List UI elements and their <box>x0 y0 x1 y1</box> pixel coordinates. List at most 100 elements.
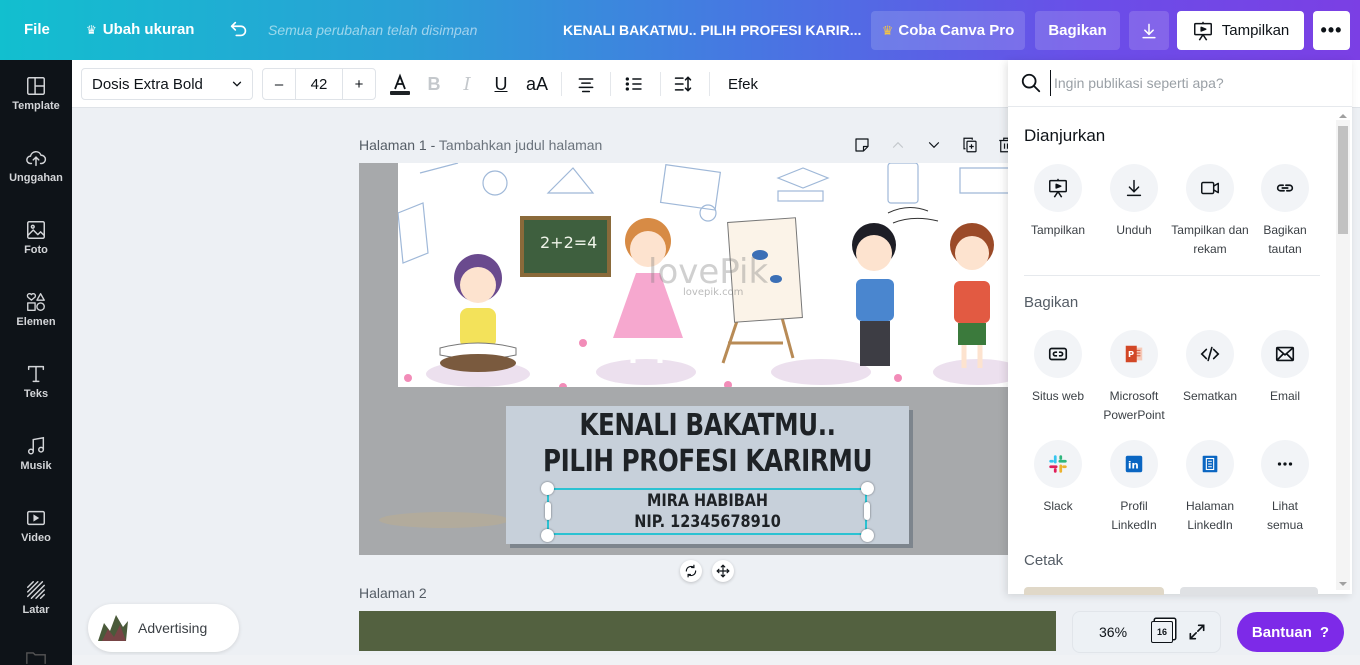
email-icon <box>1275 346 1295 362</box>
share-button[interactable]: Bagikan <box>1035 11 1120 50</box>
text-color-button[interactable] <box>388 72 412 96</box>
option-present-and-record[interactable]: Tampilkan dan rekam <box>1171 164 1249 259</box>
page-grid-button[interactable]: 16 <box>1151 621 1173 643</box>
page-1-label: Halaman 1 - Tambahkan judul halaman <box>359 137 603 153</box>
decrease-font-size-button[interactable]: – <box>263 69 296 99</box>
panel-scrollbar[interactable] <box>1336 114 1350 590</box>
upload-cloud-icon <box>26 150 47 167</box>
option-email[interactable]: Email <box>1247 330 1323 406</box>
resize-handle-right[interactable] <box>864 502 870 520</box>
advertising-thumbnail-icon <box>98 615 128 641</box>
present-icon <box>1193 21 1212 41</box>
option-present[interactable]: Tampilkan <box>1020 164 1096 240</box>
selection-outline <box>547 488 867 535</box>
letter-case-button[interactable]: aA <box>524 72 550 96</box>
sidebar-item-video[interactable]: Video <box>0 507 72 571</box>
advertising-pill[interactable]: Advertising <box>88 604 239 652</box>
underline-button[interactable]: U <box>492 72 510 96</box>
ground-shadow <box>379 512 509 528</box>
sidebar-item-template[interactable]: Template <box>0 75 72 139</box>
resize-handle-top-right[interactable] <box>861 482 874 495</box>
section-print: Cetak <box>1024 552 1064 569</box>
option-website[interactable]: Situs web <box>1020 330 1096 406</box>
sidebar-item-uploads[interactable]: Unggahan <box>0 147 72 211</box>
slack-icon <box>1049 455 1067 473</box>
underline-icon: U <box>494 73 508 94</box>
publish-search-input[interactable] <box>1050 70 1330 96</box>
more-options-button[interactable]: ••• <box>1313 11 1350 50</box>
page-2-label: Halaman 2 <box>359 585 427 601</box>
kids-illustration[interactable]: 2+2=4 lovePik lovepik.com <box>398 163 1009 387</box>
embed-code-icon <box>1200 346 1220 362</box>
move-button[interactable] <box>712 560 734 582</box>
undo-icon[interactable] <box>228 18 250 40</box>
record-camera-icon <box>1201 181 1219 195</box>
list-button[interactable] <box>623 72 645 96</box>
svg-text:P: P <box>1128 349 1134 359</box>
bold-button[interactable]: B <box>424 72 444 96</box>
effects-button[interactable]: Efek <box>726 72 760 96</box>
folder-icon[interactable] <box>25 650 47 665</box>
blackboard-text: 2+2=4 <box>540 233 597 252</box>
option-download[interactable]: Unduh <box>1096 164 1172 240</box>
option-linkedin-page[interactable]: Halaman LinkedIn <box>1171 440 1249 535</box>
toolbar-divider <box>660 72 661 96</box>
sidebar-item-background[interactable]: Latar <box>0 579 72 643</box>
font-size-input[interactable]: 42 <box>296 69 343 99</box>
italic-button[interactable]: I <box>458 72 476 96</box>
option-powerpoint[interactable]: P Microsoft PowerPoint <box>1096 330 1172 425</box>
document-title[interactable]: KENALI BAKATMU.. PILIH PROFESI KARIR... <box>563 22 861 38</box>
linkedin-icon: in <box>1125 455 1143 473</box>
sidebar-item-photos[interactable]: Foto <box>0 219 72 283</box>
resize-handle-bottom-left[interactable] <box>541 529 554 542</box>
horizontal-scrollbar[interactable] <box>72 655 1360 665</box>
print-option-thumbnail[interactable] <box>1024 587 1164 595</box>
zoom-level[interactable]: 36% <box>1099 624 1127 640</box>
option-linkedin-profile[interactable]: in Profil LinkedIn <box>1096 440 1172 535</box>
page-2-canvas[interactable] <box>359 611 1056 651</box>
move-page-down-icon[interactable] <box>925 136 943 154</box>
search-icon <box>1021 73 1041 93</box>
option-slack[interactable]: Slack <box>1020 440 1096 516</box>
italic-icon: I <box>463 73 471 95</box>
increase-font-size-button[interactable]: + <box>343 69 375 99</box>
sidebar-item-text[interactable]: Teks <box>0 363 72 427</box>
chevron-down-icon <box>232 81 242 87</box>
note-icon[interactable] <box>853 136 871 154</box>
more-dots-icon <box>1277 462 1293 466</box>
resize-handle-top-left[interactable] <box>541 482 554 495</box>
option-see-all[interactable]: Lihat semua <box>1247 440 1323 535</box>
crown-icon: ♛ <box>86 22 97 37</box>
spacing-button[interactable] <box>672 72 694 96</box>
sidebar-item-music[interactable]: Musik <box>0 435 72 499</box>
print-option-thumbnail[interactable] <box>1180 587 1318 595</box>
scroll-up-arrow[interactable] <box>1339 114 1347 118</box>
option-embed[interactable]: Sematkan <box>1171 330 1249 406</box>
rotate-button[interactable] <box>680 560 702 582</box>
sidebar-item-elements[interactable]: Elemen <box>0 291 72 355</box>
scroll-down-arrow[interactable] <box>1339 582 1347 586</box>
design-title-line-2[interactable]: PILIH PROFESI KARIRMU <box>542 444 872 479</box>
move-page-up-icon[interactable] <box>889 136 907 154</box>
resize-button[interactable]: ♛ Ubah ukuran <box>86 21 194 38</box>
save-status: Semua perubahan telah disimpan <box>268 22 478 38</box>
page-title-input[interactable]: Tambahkan judul halaman <box>439 137 602 153</box>
help-icon: ? <box>1319 623 1330 641</box>
design-title-line-1[interactable]: KENALI BAKATMU.. <box>542 408 872 443</box>
fullscreen-icon[interactable] <box>1187 622 1207 642</box>
try-canva-pro-button[interactable]: ♛ Coba Canva Pro <box>871 11 1025 50</box>
file-menu[interactable]: File <box>24 21 50 38</box>
alignment-button[interactable] <box>575 72 597 96</box>
scrollbar-thumb[interactable] <box>1338 126 1348 234</box>
download-button[interactable] <box>1129 11 1169 50</box>
rotate-icon <box>685 564 697 578</box>
duplicate-page-icon[interactable] <box>961 136 979 154</box>
resize-handle-left[interactable] <box>545 502 551 520</box>
watermark: lovePik <box>648 252 768 292</box>
resize-handle-bottom-right[interactable] <box>861 529 874 542</box>
font-family-dropdown[interactable]: Dosis Extra Bold <box>81 68 253 100</box>
present-button[interactable]: Tampilkan <box>1177 11 1304 50</box>
help-button[interactable]: Bantuan ? <box>1237 612 1344 652</box>
align-center-icon <box>578 78 594 93</box>
option-share-link[interactable]: Bagikan tautan <box>1247 164 1323 259</box>
